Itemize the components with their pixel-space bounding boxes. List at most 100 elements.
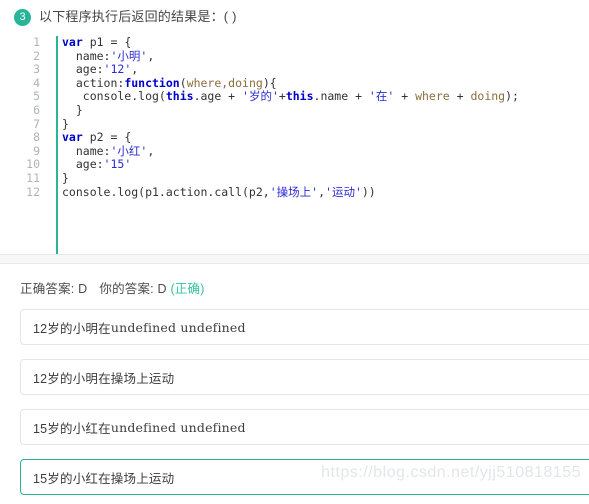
code-token-pln: console.log( [62,89,166,104]
code-line: 8 var p2 = { [0,130,589,145]
code-line-text: var p1 = { [48,36,131,50]
code-token-kw: this [165,89,194,104]
option-list: 12岁的小明在 undefined undefined 12岁的小明在操场上运动 15… [0,309,589,495]
option-c[interactable]: 15岁的小红在 undefined undefined [20,409,589,445]
code-token-str: '在' [368,89,395,104]
correct-answer-label: 正确答案: D [20,282,88,296]
code-token-pln: action: [62,75,125,90]
code-token-pln: p1 = { [82,36,132,49]
code-token-pln: ); [505,89,519,104]
code-line: 5 console.log(this.age + '岁的'+this.name … [0,90,589,104]
code-token-str: '12' [103,62,132,77]
code-line-text: } [48,116,69,132]
code-line: 3 age:'12', [0,62,589,77]
code-line-text: age:'15' [48,158,131,172]
code-line-text: name:'小红', [48,143,155,159]
code-line: 12 console.log(p1.action.call(p2,'操场上','运… [0,184,589,200]
option-text: 15岁的小红在操场上运动 [33,471,175,486]
code-token-pln: , [131,62,139,77]
code-token-pln: + [449,89,471,104]
code-token-pln: console.log(p1.action.call(p2, [62,184,270,199]
option-text-mono: undefined undefined [110,319,246,335]
code-token-pln: name: [62,48,111,63]
code-line-number: 5 [33,89,40,104]
code-token-par: doing [470,89,506,104]
code-line-text: } [48,102,83,118]
code-token-par: where [415,89,450,104]
code-token-str: '操场上' [269,184,319,199]
code-line: 2 name:'小明', [0,48,589,64]
code-token-kw: this [285,89,314,104]
option-a[interactable]: 12岁的小明在 undefined undefined [20,309,589,345]
code-token-pln: .age + [193,89,243,104]
code-line-number: 9 [33,143,40,158]
verdict-badge: (正确) [170,282,205,296]
code-token-str: '运动' [325,184,362,199]
option-d[interactable]: 15岁的小红在操场上运动 [20,459,589,495]
code-token-pln: , [147,48,155,63]
code-line: 1 var p1 = { [0,36,589,50]
code-line-text: age:'12', [48,62,139,77]
section-divider [0,254,589,264]
code-lines: 1 var p1 = {2 name:'小明', 3 age:'12', 4 acti… [0,36,589,199]
option-text-mono: undefined undefined [110,419,246,435]
code-line-number: 2 [33,48,40,63]
code-line-number: 1 [33,36,40,49]
code-token-pln: age: [62,157,104,172]
your-answer-label: 你的答案: D [99,282,167,296]
code-line-text: console.log(this.age + '岁的'+this.name + … [48,90,519,104]
code-line-text: console.log(p1.action.call(p2,'操场上','运动'… [48,184,376,200]
code-line-number: 12 [26,184,40,199]
code-line-number: 4 [33,75,40,90]
code-token-pln: age: [62,62,104,77]
code-token-pln: )) [361,184,376,199]
answer-summary: 正确答案: D 你的答案: D (正确) [0,264,589,309]
code-line-number: 8 [33,130,40,145]
code-token-str: '小红' [110,143,148,158]
code-token-pln: } [62,170,69,185]
option-b[interactable]: 12岁的小明在操场上运动 [20,359,589,395]
code-token-str: '小明' [110,48,148,63]
question-header: 3 以下程序执行后返回的结果是：( ) [0,0,589,30]
code-token-pln: + [394,89,416,104]
code-token-pln: , [318,184,326,199]
code-token-pln: ){ [262,75,277,90]
code-line-text: var p2 = { [48,130,132,145]
code-token-pln: + [278,89,286,104]
code-token-kw: var [62,130,83,145]
code-token-pln: } [62,116,69,131]
code-line-number: 6 [33,102,40,117]
code-token-pln: .name + [313,89,369,104]
code-token-pln: , [147,143,155,158]
code-token-pln: ( [179,75,187,90]
code-line-text: name:'小明', [48,48,155,64]
code-line: 10 age:'15' [0,158,589,172]
code-line: 7} [0,116,589,132]
option-text: 12岁的小明在 [33,321,111,336]
answer-area: 正确答案: D 你的答案: D (正确) 12岁的小明在 undefined und… [0,264,589,495]
question-number-badge: 3 [14,9,31,26]
code-token-str: '岁的' [242,89,279,104]
code-line: 4 action:function(where,doing){ [0,75,589,91]
quiz-question-page: 3 以下程序执行后返回的结果是：( ) 1 var p1 = {2 name:'小… [0,0,589,504]
code-line-text: action:function(where,doing){ [48,75,277,91]
code-token-pln: } [62,102,83,117]
code-line: 6 } [0,102,589,118]
code-token-str: '15' [103,157,132,172]
code-line: 11} [0,170,589,186]
code-line: 9 name:'小红', [0,143,589,159]
code-line-number: 7 [33,116,40,131]
code-token-pln: p2 = { [82,130,132,145]
code-line-number: 3 [33,62,40,77]
option-text: 15岁的小红在 [33,421,111,436]
code-token-kw: function [124,75,180,90]
code-line-number: 10 [26,157,40,172]
code-line-number: 11 [26,170,40,185]
code-block: 1 var p1 = {2 name:'小明', 3 age:'12', 4 acti… [0,36,589,254]
code-token-pln: name: [62,143,111,158]
question-title: 以下程序执行后返回的结果是：( ) [39,9,237,24]
code-token-par: where,doing [186,75,263,90]
code-gutter-divider [56,36,58,254]
code-line-text: } [48,170,69,186]
option-text: 12岁的小明在操场上运动 [33,371,175,386]
